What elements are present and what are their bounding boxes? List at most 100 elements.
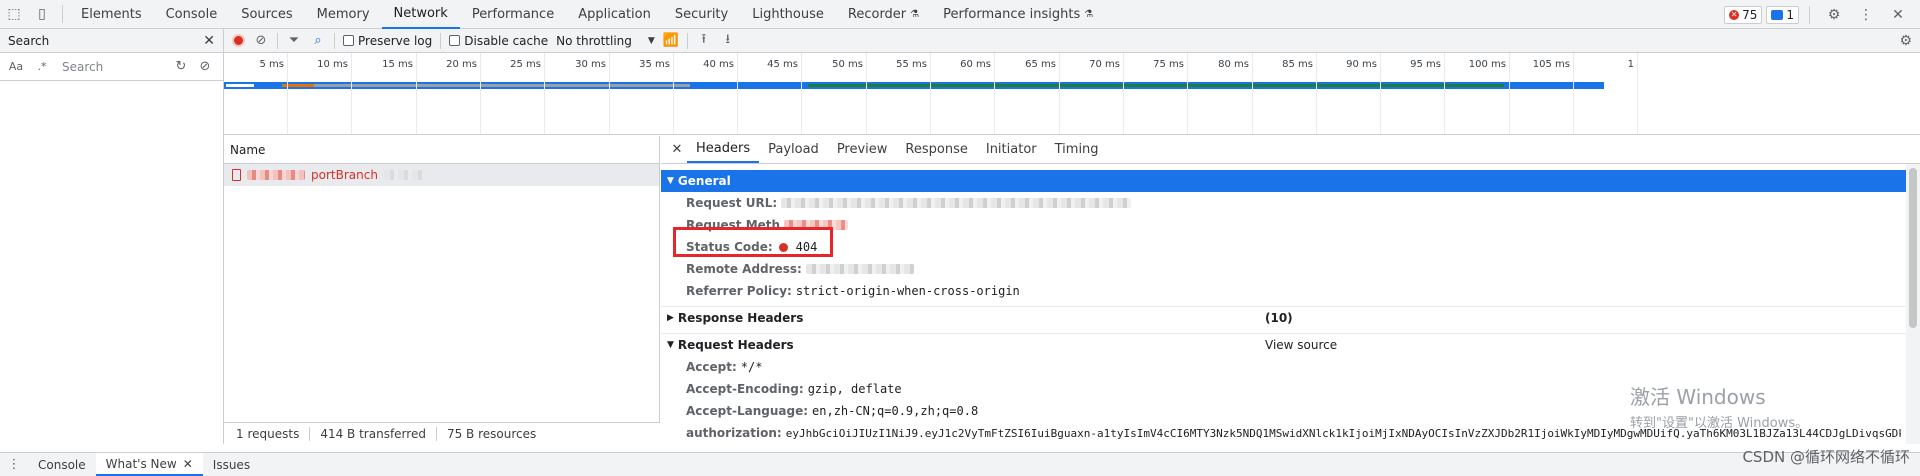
column-header-name[interactable]: Name <box>224 136 659 164</box>
tab-recorder-label: Recorder <box>847 6 907 22</box>
tab-performance[interactable]: Performance <box>460 0 566 29</box>
preserve-log-checkbox[interactable]: Preserve log <box>343 34 432 48</box>
drawer-menu-icon[interactable]: ⋮ <box>0 453 28 476</box>
request-headers-section-header[interactable]: ▼ Request Headers View source <box>661 334 1920 356</box>
network-conditions-icon[interactable]: 📶 <box>663 33 679 48</box>
panel-tabs: Elements Console Sources Memory Network … <box>69 0 1105 29</box>
timeline-tick-label: 30 ms <box>575 59 606 70</box>
errors-badge[interactable]: ✕ 75 <box>1724 5 1763 24</box>
drawer-tab-console[interactable]: Console <box>28 453 96 476</box>
message-count: 1 <box>1786 7 1794 22</box>
device-toolbar-icon[interactable]: ▯ <box>28 0 56 28</box>
response-headers-section-header[interactable]: ▶ Response Headers (10) <box>661 307 1920 329</box>
search-panel-title: Search <box>8 33 50 48</box>
tab-console[interactable]: Console <box>154 0 230 29</box>
tab-lighthouse[interactable]: Lighthouse <box>740 0 836 29</box>
flask-icon: ⚗ <box>1084 8 1094 20</box>
request-method-row: Request Meth <box>661 214 1920 236</box>
response-headers-count: (10) <box>1265 311 1293 325</box>
tab-performance-insights-label: Performance insights <box>943 6 1081 22</box>
timeline-gridline <box>994 53 995 134</box>
message-icon <box>1771 9 1784 20</box>
tab-timing[interactable]: Timing <box>1046 136 1108 163</box>
expand-triangle-icon: ▼ <box>667 340 674 350</box>
clear-icon[interactable]: ⊘ <box>196 59 214 74</box>
table-row[interactable]: portBranch <box>224 164 659 186</box>
timeline-gridline <box>1444 53 1445 134</box>
timeline-tick-label: 60 ms <box>960 59 991 70</box>
timeline-tick-label: 80 ms <box>1218 59 1249 70</box>
requests-count: 1 requests <box>236 426 311 441</box>
redacted-text <box>247 170 305 180</box>
record-button[interactable] <box>232 34 245 47</box>
redacted-text <box>383 170 424 180</box>
timeline-tick-label: 20 ms <box>446 59 477 70</box>
more-menu-icon[interactable]: ⋮ <box>1852 1 1880 29</box>
vertical-scrollbar[interactable] <box>1906 164 1920 444</box>
inspect-element-icon[interactable]: ⬚ <box>0 0 28 28</box>
match-case-toggle[interactable]: Aa <box>6 60 26 73</box>
close-details-icon[interactable]: ✕ <box>667 136 687 163</box>
tab-performance-insights[interactable]: Performance insights ⚗ <box>931 0 1105 29</box>
flask-icon: ⚗ <box>910 8 920 20</box>
general-title: General <box>677 174 731 188</box>
tab-initiator[interactable]: Initiator <box>977 136 1046 163</box>
referrer-policy-row: Referrer Policy: strict-origin-when-cros… <box>661 280 1920 302</box>
timeline-tick-label: 25 ms <box>510 59 541 70</box>
timeline-tick-label: 95 ms <box>1410 59 1441 70</box>
search-icon[interactable]: ⌕ <box>310 33 326 48</box>
header-value: gzip, deflate <box>807 382 902 396</box>
timeline-tick-label: 50 ms <box>832 59 863 70</box>
export-har-icon[interactable]: ⭳ <box>720 30 736 52</box>
tab-response[interactable]: Response <box>896 136 976 163</box>
tab-application[interactable]: Application <box>566 0 663 29</box>
throttling-select[interactable]: No throttling ▼ <box>556 34 655 48</box>
watermark-line1: 激活 Windows <box>1630 385 1766 409</box>
error-icon: ✕ <box>1729 9 1740 20</box>
divider <box>686 32 688 49</box>
settings-gear-icon[interactable]: ⚙ <box>1820 1 1848 29</box>
tab-headers[interactable]: Headers <box>687 136 760 163</box>
tab-preview[interactable]: Preview <box>828 136 897 163</box>
drawer-tab-label: Console <box>38 457 86 472</box>
timeline-gridline <box>544 53 545 134</box>
tab-elements[interactable]: Elements <box>69 0 154 29</box>
network-overview-timeline[interactable]: 5 ms 10 ms 15 ms 20 ms 25 ms 30 ms 35 ms 40 ms 4… <box>224 53 1920 135</box>
tab-sources[interactable]: Sources <box>229 0 304 29</box>
close-tab-icon[interactable]: ✕ <box>183 457 193 471</box>
tab-payload[interactable]: Payload <box>759 136 828 163</box>
search-input[interactable]: Search <box>58 56 166 77</box>
redacted-text <box>805 264 914 274</box>
tab-recorder[interactable]: Recorder ⚗ <box>836 0 931 29</box>
filter-icon[interactable]: ⏷ <box>286 33 302 48</box>
general-section-header[interactable]: ▼ General <box>661 170 1920 192</box>
divider <box>334 32 335 49</box>
scrollbar-thumb[interactable] <box>1909 168 1917 328</box>
tab-memory[interactable]: Memory <box>305 0 382 29</box>
devtools-tabbar: ⬚ ▯ Elements Console Sources Memory Netw… <box>0 0 1920 29</box>
disable-cache-checkbox[interactable]: Disable cache <box>449 34 548 48</box>
regex-toggle[interactable]: .* <box>32 60 52 73</box>
view-source-link[interactable]: View source <box>1265 338 1337 352</box>
throttling-value: No throttling <box>556 33 632 48</box>
checkbox-box <box>343 35 354 46</box>
drawer-tab-whats-new[interactable]: What's New ✕ <box>95 453 203 476</box>
drawer-tab-issues[interactable]: Issues <box>203 453 260 476</box>
network-settings-gear-icon[interactable]: ⚙ <box>1899 33 1912 49</box>
refresh-icon[interactable]: ↻ <box>172 59 190 74</box>
search-panel-header: Search ✕ <box>0 29 223 53</box>
close-search-icon[interactable]: ✕ <box>203 33 215 49</box>
import-har-icon[interactable]: ⭱ <box>696 30 712 52</box>
drawer-tab-label: Issues <box>212 457 251 472</box>
timeline-tick-label: 15 ms <box>382 59 413 70</box>
timeline-tick-label: 10 ms <box>317 59 348 70</box>
tab-network[interactable]: Network <box>381 0 460 29</box>
requests-table: Name portBranch 1 requests 414 B transfe… <box>224 136 660 444</box>
clear-log-icon[interactable]: ⊘ <box>253 33 269 48</box>
response-headers-title: Response Headers <box>677 311 804 325</box>
tab-security[interactable]: Security <box>663 0 740 29</box>
messages-badge[interactable]: 1 <box>1766 5 1799 24</box>
close-devtools-icon[interactable]: ✕ <box>1884 1 1912 29</box>
timeline-gridline <box>1637 53 1638 134</box>
drawer-tab-label: What's New <box>105 456 177 471</box>
